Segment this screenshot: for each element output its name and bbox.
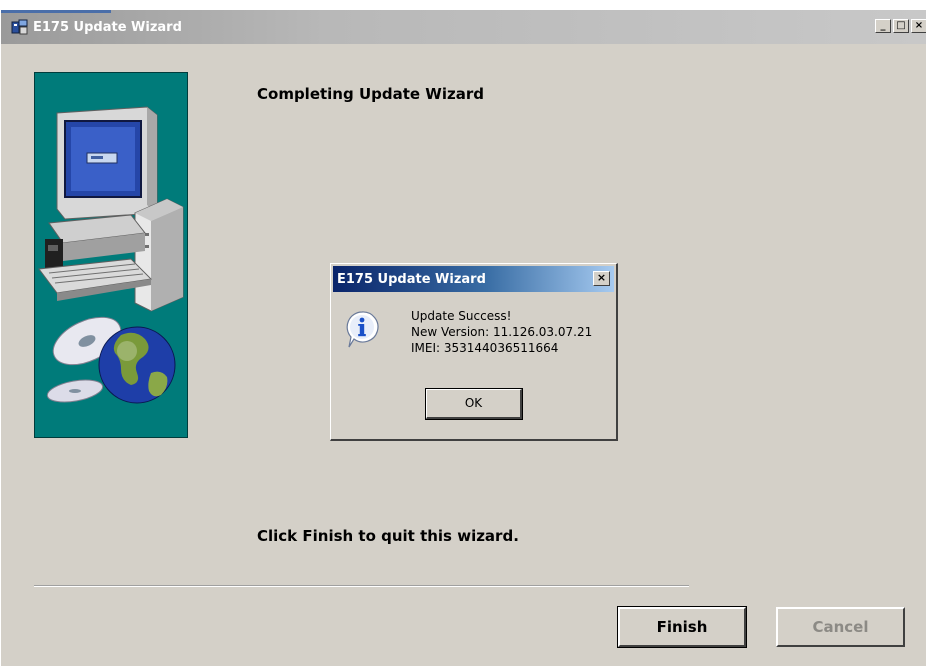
window-titlebar[interactable]: E175 Update Wizard _ □ ×: [1, 10, 926, 44]
ok-button[interactable]: OK: [425, 388, 523, 420]
dialog-message-line: IMEI: 353144036511664: [411, 341, 559, 355]
maximize-button[interactable]: □: [893, 19, 909, 33]
app-icon: [11, 19, 28, 35]
info-icon: [346, 311, 379, 348]
titlebar-accent: [1, 10, 111, 13]
window-title: E175 Update Wizard: [33, 19, 182, 35]
dialog-message-line: Update Success!: [411, 309, 512, 323]
dialog-titlebar[interactable]: E175 Update Wizard ×: [333, 266, 614, 292]
monitor-icon: [56, 106, 158, 220]
globe-icon: [98, 326, 176, 404]
finish-instruction: Click Finish to quit this wizard.: [257, 527, 519, 545]
dialog-close-button[interactable]: ×: [593, 271, 610, 286]
finish-button[interactable]: Finish: [617, 606, 747, 648]
dialog-title: E175 Update Wizard: [337, 271, 486, 287]
computer-globe-illustration: [38, 106, 184, 404]
dialog-message: Update Success! New Version: 11.126.03.0…: [411, 308, 592, 356]
window-controls: _ □ ×: [875, 19, 926, 33]
cancel-button[interactable]: Cancel: [776, 607, 905, 647]
footer-separator: [34, 585, 689, 587]
minimize-button[interactable]: _: [875, 19, 891, 33]
dialog-message-line: New Version: 11.126.03.07.21: [411, 325, 593, 339]
wizard-window: E175 Update Wizard _ □ × Completing Upda…: [0, 10, 926, 666]
wizard-side-image: [34, 72, 188, 438]
tower-icon: [134, 198, 184, 312]
wizard-heading: Completing Update Wizard: [257, 85, 484, 103]
keyboard-icon: [38, 214, 153, 301]
close-button[interactable]: ×: [911, 19, 926, 33]
success-dialog: E175 Update Wizard × Update Success! New…: [330, 263, 618, 441]
